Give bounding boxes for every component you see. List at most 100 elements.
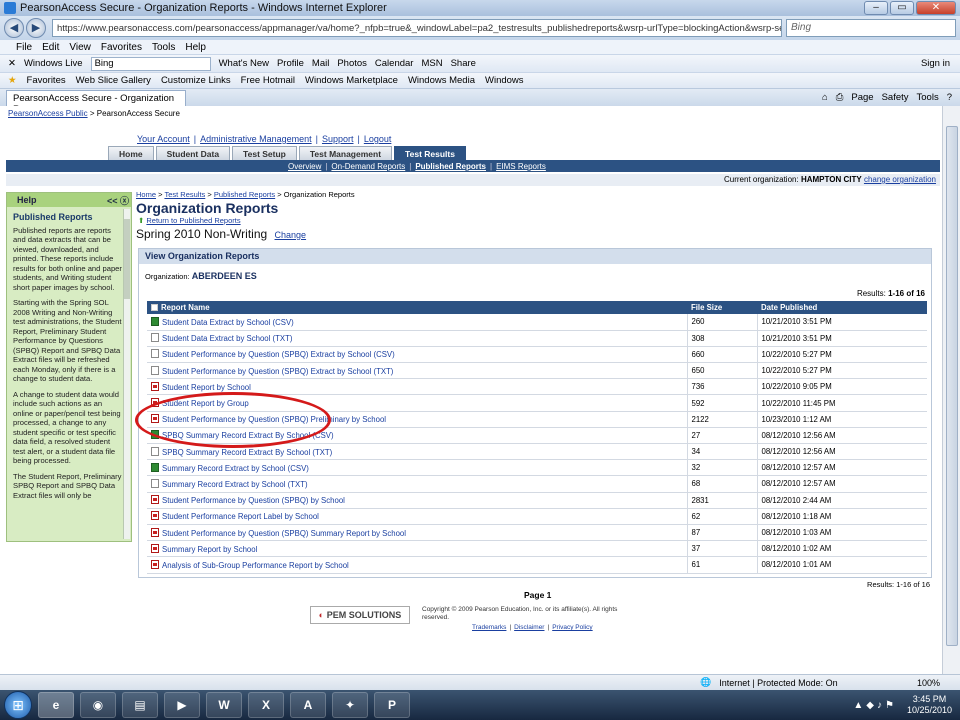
report-link[interactable]: Summary Report by School [162, 545, 257, 554]
report-link[interactable]: Student Performance by Question (SPBQ) E… [162, 350, 395, 359]
calendar-link[interactable]: Calendar [375, 58, 414, 69]
fav-windows[interactable]: Windows [485, 75, 524, 86]
tab-test-setup[interactable]: Test Setup [232, 146, 297, 160]
report-link[interactable]: SPBQ Summary Record Extract By School (T… [162, 448, 332, 457]
page-menu[interactable]: Page [851, 92, 873, 103]
page-scroll-thumb[interactable] [946, 126, 958, 646]
your-account-link[interactable]: Your Account [137, 134, 190, 144]
help-scrollbar[interactable] [123, 209, 130, 539]
back-icon[interactable]: ◀ [4, 18, 24, 38]
taskbar-chrome[interactable]: ◉ [80, 692, 116, 718]
page-scrollbar[interactable] [942, 106, 960, 674]
profile-link[interactable]: Profile [277, 58, 304, 69]
msn-link[interactable]: MSN [421, 58, 442, 69]
privacy-policy-link[interactable]: Privacy Policy [552, 624, 592, 631]
support-link[interactable]: Support [322, 134, 354, 144]
tray-icons[interactable]: ▲◆♪⚑ [853, 700, 897, 711]
start-button[interactable]: ⊞ [4, 691, 32, 719]
fav-customize-links[interactable]: Customize Links [161, 75, 231, 86]
report-link[interactable]: Student Data Extract by School (CSV) [162, 318, 294, 327]
fav-web-slice-gallery[interactable]: Web Slice Gallery [76, 75, 151, 86]
date-published-cell: 08/12/2010 1:03 AM [757, 524, 927, 542]
col-date-published[interactable]: Date Published [757, 301, 927, 314]
favorites-button[interactable]: Favorites [27, 75, 66, 86]
taskbar-app[interactable]: ✦ [332, 692, 368, 718]
whats-new-link[interactable]: What's New [219, 58, 269, 69]
subnav-on-demand-reports[interactable]: On-Demand Reports [331, 162, 405, 171]
report-link[interactable]: Student Report by School [162, 383, 251, 392]
maximize-button[interactable]: ▭ [890, 1, 914, 15]
trademarks-link[interactable]: Trademarks [472, 624, 506, 631]
menu-tools[interactable]: Tools [152, 42, 175, 53]
admin-management-link[interactable]: Administrative Management [200, 134, 312, 144]
tab-student-data[interactable]: Student Data [155, 146, 231, 160]
forward-icon[interactable]: ▶ [26, 18, 46, 38]
taskbar-explorer[interactable]: ▤ [122, 692, 158, 718]
taskbar-powerpoint[interactable]: P [374, 692, 410, 718]
signin-link[interactable]: Sign in [921, 58, 950, 69]
menu-favorites[interactable]: Favorites [101, 42, 142, 53]
print-icon[interactable]: ⎙ [836, 92, 844, 103]
url-field[interactable]: https://www.pearsonaccess.com/pearsonacc… [52, 19, 782, 37]
clock[interactable]: 3:45 PM 10/25/2010 [907, 694, 952, 716]
photos-link[interactable]: Photos [337, 58, 367, 69]
tab-test-management[interactable]: Test Management [298, 146, 393, 160]
col-report-name[interactable]: Report Name [147, 301, 687, 314]
tab-home[interactable]: Home [108, 146, 154, 160]
fav-windows-media[interactable]: Windows Media [408, 75, 475, 86]
status-bar: 🌐 Internet | Protected Mode: On 100% [0, 674, 960, 690]
tab-test-results[interactable]: Test Results [394, 146, 466, 160]
crumb-test-results[interactable]: Test Results [164, 190, 205, 199]
fav-free-hotmail[interactable]: Free Hotmail [241, 75, 295, 86]
change-season-link[interactable]: Change [275, 230, 307, 240]
menu-edit[interactable]: Edit [42, 42, 59, 53]
crumb-published-reports[interactable]: Published Reports [214, 190, 275, 199]
taskbar-acrobat[interactable]: A [290, 692, 326, 718]
star-icon[interactable]: ★ [8, 75, 17, 86]
search-input[interactable]: Bing [786, 19, 956, 37]
taskbar-media[interactable]: ▶ [164, 692, 200, 718]
report-link[interactable]: Student Performance by Question (SPBQ) S… [162, 529, 406, 538]
browser-tab-bar: PearsonAccess Secure - Organization Repo… [0, 88, 960, 115]
subnav-eims-reports[interactable]: EIMS Reports [496, 162, 546, 171]
help-icon[interactable]: ? [947, 92, 952, 103]
subnav-overview[interactable]: Overview [288, 162, 321, 171]
fav-windows-marketplace[interactable]: Windows Marketplace [305, 75, 398, 86]
report-link[interactable]: Analysis of Sub-Group Performance Report… [162, 561, 349, 570]
report-link[interactable]: Student Data Extract by School (TXT) [162, 334, 292, 343]
windows-live-link[interactable]: Windows Live [24, 58, 83, 69]
browser-tab[interactable]: PearsonAccess Secure - Organization Repo… [6, 89, 186, 115]
tools-menu[interactable]: Tools [917, 92, 939, 103]
report-link[interactable]: Student Performance by Question (SPBQ) b… [162, 496, 345, 505]
taskbar-excel[interactable]: X [248, 692, 284, 718]
disclaimer-link[interactable]: Disclaimer [514, 624, 544, 631]
subnav-published-reports[interactable]: Published Reports [415, 162, 486, 171]
minimize-button[interactable]: – [864, 1, 888, 15]
mail-link[interactable]: Mail [312, 58, 329, 69]
close-toolbar-icon[interactable]: ✕ [8, 58, 16, 69]
menu-help[interactable]: Help [185, 42, 206, 53]
collapse-help-button[interactable]: << ⓧ [107, 194, 129, 207]
report-link[interactable]: Student Performance Report Label by Scho… [162, 512, 319, 521]
change-organization-link[interactable]: change organization [864, 175, 936, 184]
home-icon[interactable]: ⌂ [822, 92, 828, 103]
crumb-home[interactable]: Home [136, 190, 156, 199]
help-scroll-thumb[interactable] [124, 219, 130, 299]
taskbar-ie[interactable]: e [38, 692, 74, 718]
report-link[interactable]: Summary Record Extract by School (TXT) [162, 480, 308, 489]
return-to-published-reports-link[interactable]: Return to Published Reports [146, 216, 240, 225]
menu-view[interactable]: View [69, 42, 91, 53]
col-file-size[interactable]: File Size [687, 301, 757, 314]
logout-link[interactable]: Logout [364, 134, 392, 144]
taskbar-word[interactable]: W [206, 692, 242, 718]
share-link[interactable]: Share [451, 58, 476, 69]
safety-menu[interactable]: Safety [882, 92, 909, 103]
select-all-checkbox[interactable] [151, 304, 158, 311]
report-link[interactable]: Summary Record Extract by School (CSV) [162, 464, 309, 473]
live-search-input[interactable]: Bing [90, 56, 211, 71]
report-link[interactable]: Student Performance by Question (SPBQ) E… [162, 367, 393, 376]
close-button[interactable]: ✕ [916, 1, 956, 15]
zoom-level[interactable]: 100% [917, 678, 940, 688]
crumb-pearsonaccess-public[interactable]: PearsonAccess Public [8, 109, 88, 118]
menu-file[interactable]: File [16, 42, 32, 53]
